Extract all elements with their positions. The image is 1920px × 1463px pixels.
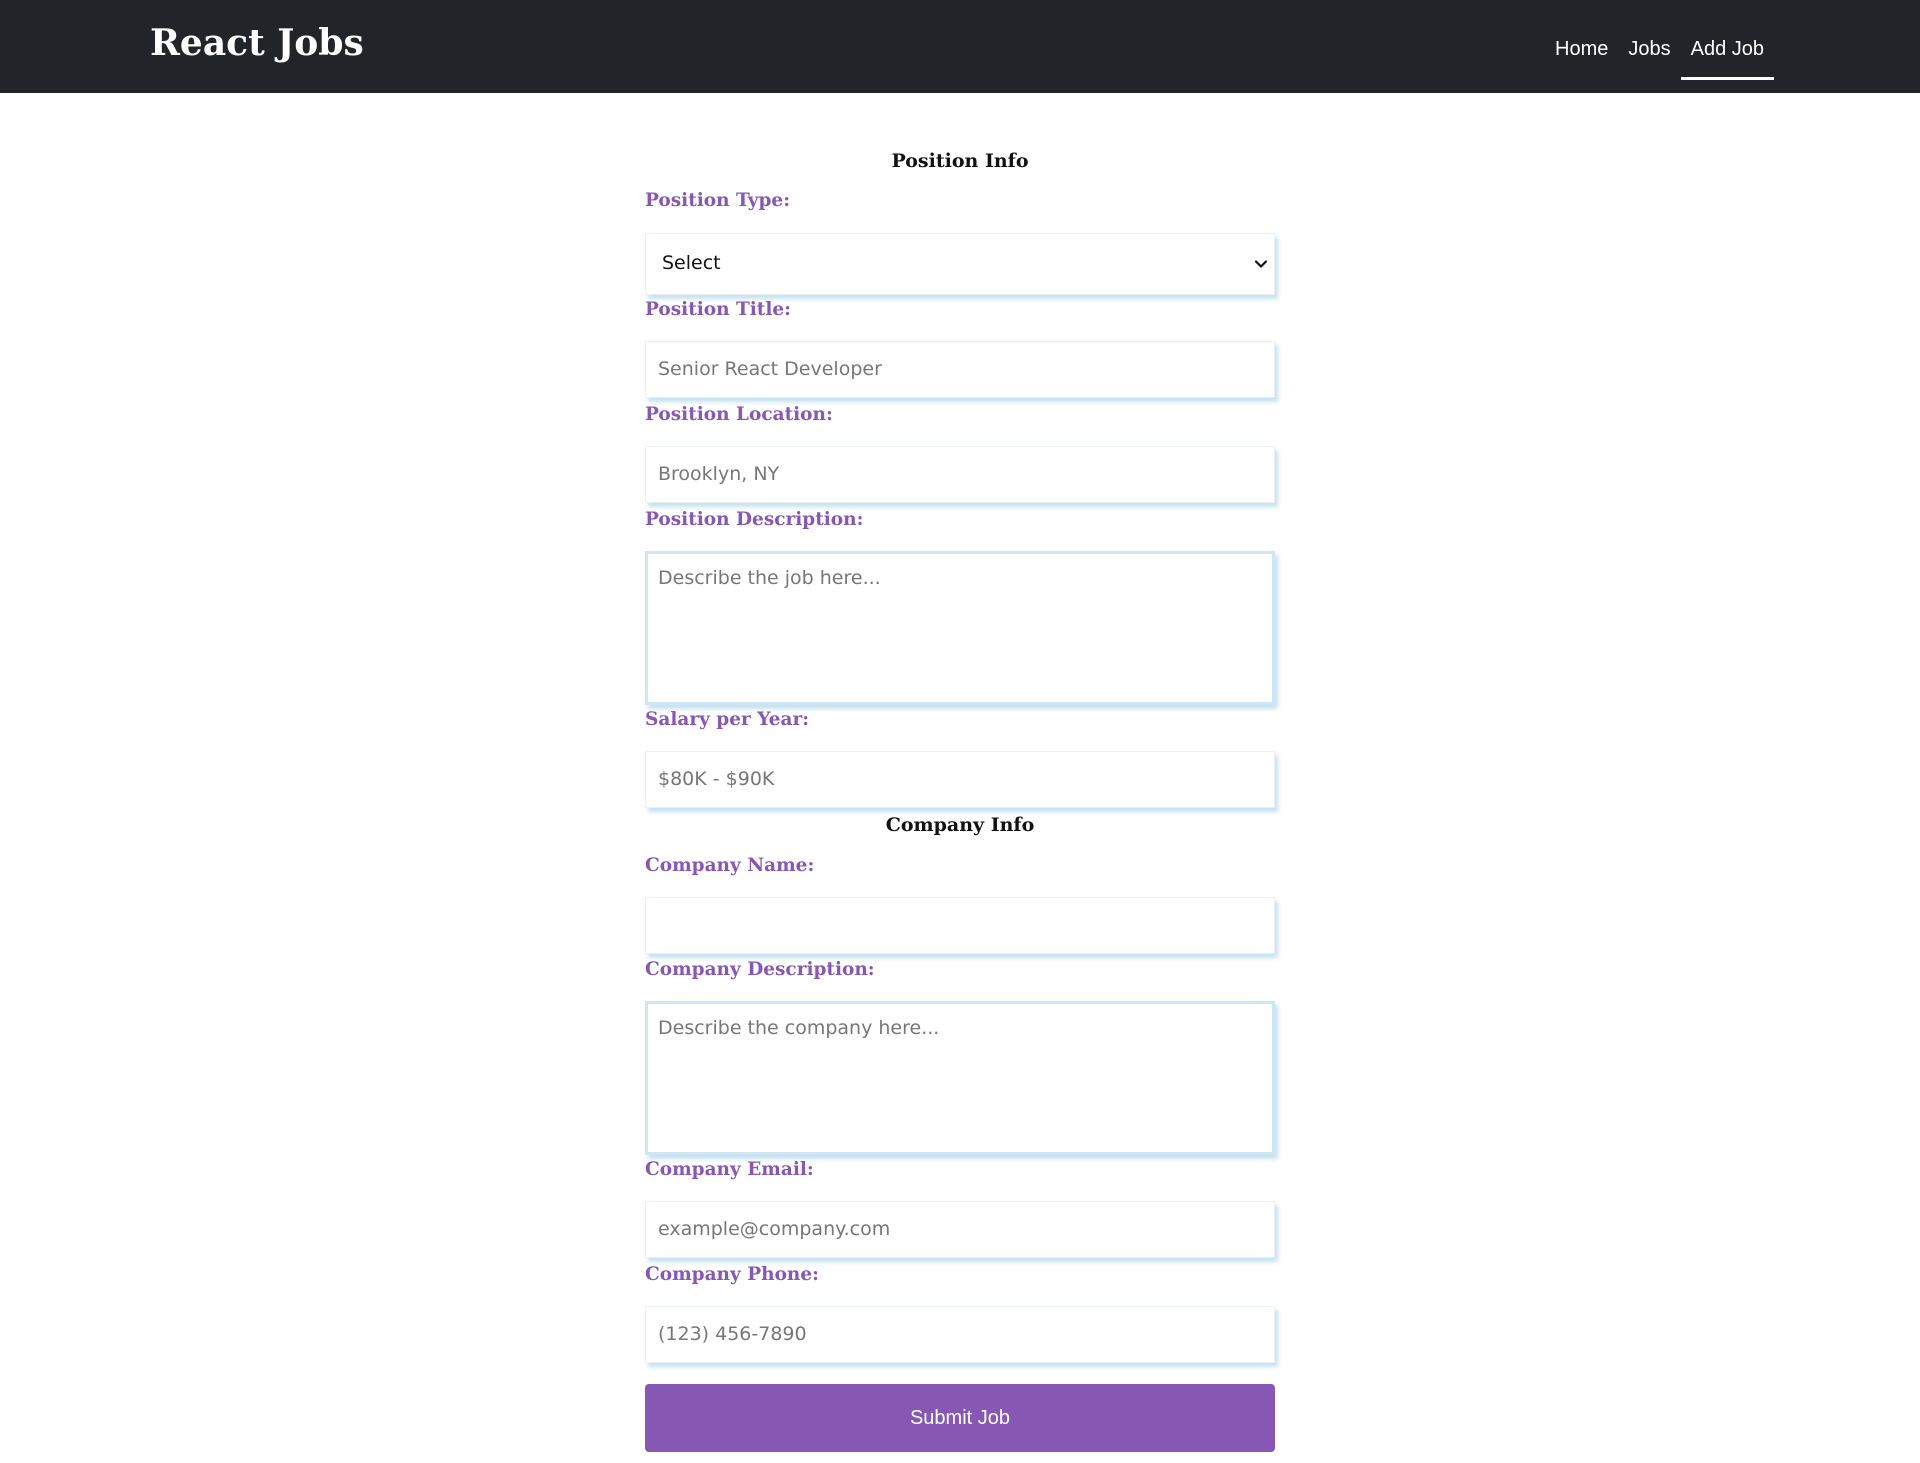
position-description-textarea[interactable]: Describe the job here... xyxy=(645,551,1275,705)
position-title-label: Position Title: xyxy=(645,299,791,320)
chevron-down-icon xyxy=(1254,260,1268,268)
nav-link-add-job[interactable]: Add Job xyxy=(1680,30,1775,80)
salary-input[interactable]: $80K - $90K xyxy=(645,751,1275,808)
company-description-placeholder: Describe the company here... xyxy=(658,1017,940,1039)
submit-job-button[interactable]: Submit Job xyxy=(645,1384,1275,1452)
position-type-value: Select xyxy=(662,252,721,274)
company-info-heading: Company Info xyxy=(885,814,1035,836)
company-email-placeholder: example@company.com xyxy=(658,1218,891,1240)
company-name-label: Company Name: xyxy=(645,855,815,876)
company-email-input[interactable]: example@company.com xyxy=(645,1201,1275,1258)
position-title-input[interactable]: Senior React Developer xyxy=(645,341,1275,398)
company-phone-label: Company Phone: xyxy=(645,1264,819,1285)
brand-logo[interactable]: React Jobs xyxy=(150,14,364,72)
nav-link-home[interactable]: Home xyxy=(1545,30,1618,68)
position-location-input[interactable]: Brooklyn, NY xyxy=(645,446,1275,503)
company-phone-placeholder: (123) 456-7890 xyxy=(658,1323,807,1345)
salary-placeholder: $80K - $90K xyxy=(658,768,775,790)
salary-label: Salary per Year: xyxy=(645,709,810,730)
company-name-input[interactable] xyxy=(645,897,1275,954)
nav-link-jobs[interactable]: Jobs xyxy=(1618,30,1680,68)
company-email-label: Company Email: xyxy=(645,1159,814,1180)
position-type-label: Position Type: xyxy=(645,190,791,211)
nav-links: Home Jobs Add Job xyxy=(1545,30,1775,80)
position-description-placeholder: Describe the job here... xyxy=(658,567,881,589)
company-description-textarea[interactable]: Describe the company here... xyxy=(645,1001,1275,1155)
position-location-label: Position Location: xyxy=(645,404,833,425)
position-info-heading: Position Info xyxy=(891,150,1029,172)
position-description-label: Position Description: xyxy=(645,509,864,530)
company-description-label: Company Description: xyxy=(645,959,875,980)
company-phone-input[interactable]: (123) 456-7890 xyxy=(645,1306,1275,1363)
position-title-placeholder: Senior React Developer xyxy=(658,358,882,380)
position-location-placeholder: Brooklyn, NY xyxy=(658,463,780,485)
position-type-select[interactable]: Select xyxy=(645,233,1275,295)
navbar: React Jobs Home Jobs Add Job xyxy=(0,0,1920,93)
